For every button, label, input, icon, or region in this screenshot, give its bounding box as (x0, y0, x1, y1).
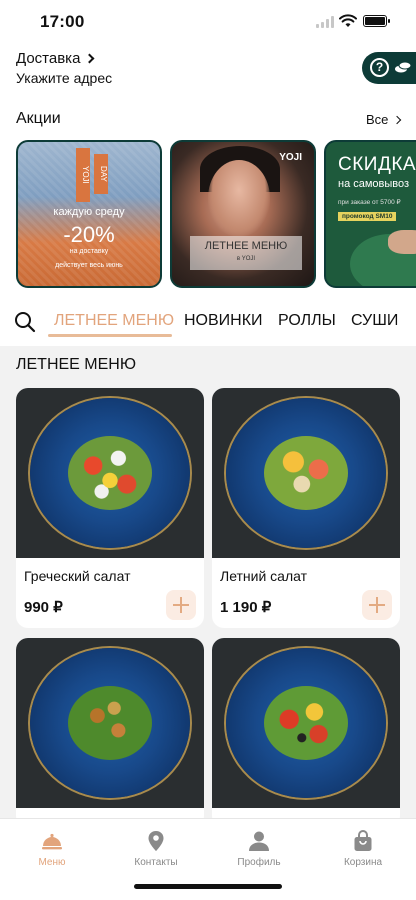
product-price: 1 190 ₽ (220, 599, 272, 616)
nav-label: Меню (38, 857, 66, 868)
promo-card-yoji-day[interactable]: YOJI DAY каждую среду -20% на доставку д… (16, 140, 162, 288)
help-loyalty-pill[interactable]: ? (362, 52, 416, 84)
app-header: Доставка Укажите адрес ? (0, 46, 416, 100)
location-pin-icon (148, 831, 164, 851)
tab-sushi[interactable]: СУШИ (351, 312, 398, 330)
promo-text: на доставку (69, 248, 109, 255)
promos-title: Акции (16, 110, 61, 127)
tab-new[interactable]: НОВИНКИ (184, 312, 263, 330)
category-tabs: ЛЕТНЕЕ МЕНЮ НОВИНКИ РОЛЛЫ СУШИ (0, 296, 416, 346)
product-image[interactable] (16, 638, 204, 808)
promo-hand (388, 230, 416, 254)
chevron-right-icon (84, 53, 95, 64)
salad (68, 436, 152, 510)
coins-icon[interactable] (394, 60, 412, 74)
promo-brand: YOJI (279, 152, 302, 163)
promo-title: СКИДКА (338, 154, 416, 175)
product-image[interactable] (212, 638, 400, 808)
salad (68, 686, 152, 760)
promo-title: ЛЕТНЕЕ МЕНЮ (204, 240, 288, 252)
promo-tag: DAY (94, 154, 108, 194)
nav-cart[interactable]: Корзина (318, 829, 408, 868)
nav-menu[interactable]: Меню (7, 829, 97, 868)
nav-label: Профиль (237, 857, 281, 868)
nav-label: Контакты (134, 857, 178, 868)
promos-header: Акции Все (0, 100, 416, 136)
product-image[interactable] (16, 388, 204, 558)
salad (264, 686, 348, 760)
product-name: Греческий салат (24, 568, 131, 584)
tab-summer-menu[interactable]: ЛЕТНЕЕ МЕНЮ (54, 312, 174, 330)
product-card[interactable]: Греческий салат 990 ₽ (16, 388, 204, 628)
cellular-signal-icon (316, 16, 334, 28)
shopping-bag-icon (354, 830, 372, 851)
nav-label: Корзина (343, 857, 383, 868)
cloche-icon (42, 833, 62, 850)
promo-text: каждую среду (53, 206, 125, 218)
profile-icon (249, 831, 269, 851)
nav-contacts[interactable]: Контакты (111, 829, 201, 868)
chevron-right-icon (393, 115, 402, 124)
wifi-icon (339, 14, 357, 27)
promo-subtitle: на самовывоз (338, 178, 410, 190)
help-icon[interactable]: ? (370, 58, 389, 77)
delivery-mode-selector[interactable]: Доставка (16, 50, 95, 67)
product-card[interactable] (16, 638, 204, 828)
promo-text: действует весь июнь (55, 262, 123, 269)
promos-see-all-link[interactable]: Все (366, 112, 402, 127)
product-name: Летний салат (220, 568, 308, 584)
see-all-label: Все (366, 112, 389, 127)
status-bar: 17:00 (0, 0, 416, 46)
add-to-cart-button[interactable] (362, 590, 392, 620)
product-card[interactable]: Летний салат 1 190 ₽ (212, 388, 400, 628)
promo-discount: -20% (63, 222, 115, 247)
promo-photo-face (208, 160, 270, 236)
promo-condition: при заказе от 5700 ₽ (338, 199, 401, 206)
nav-profile[interactable]: Профиль (214, 829, 304, 868)
active-tab-indicator (48, 334, 172, 337)
section-title: ЛЕТНЕЕ МЕНЮ (16, 356, 137, 373)
promo-code: промокод SM10 (338, 212, 397, 221)
battery-icon (363, 15, 390, 27)
add-to-cart-button[interactable] (166, 590, 196, 620)
address-selector[interactable]: Укажите адрес (16, 70, 112, 86)
delivery-label: Доставка (16, 50, 81, 67)
promo-banner: ЛЕТНЕЕ МЕНЮ в YOJI (190, 236, 302, 270)
product-card[interactable] (212, 638, 400, 828)
promo-card-pickup-discount[interactable]: СКИДКА на самовывоз при заказе от 5700 ₽… (324, 140, 416, 288)
promo-tag: YOJI (76, 148, 90, 202)
product-image[interactable] (212, 388, 400, 558)
promo-carousel[interactable]: YOJI DAY каждую среду -20% на доставку д… (0, 136, 416, 296)
search-icon[interactable] (14, 311, 36, 333)
promo-card-summer-menu[interactable]: YOJI ЛЕТНЕЕ МЕНЮ в YOJI (170, 140, 316, 288)
product-price: 990 ₽ (24, 599, 63, 616)
home-indicator (134, 884, 282, 889)
tab-rolls[interactable]: РОЛЛЫ (278, 312, 336, 330)
status-time: 17:00 (40, 12, 85, 31)
promo-subtitle: в YOJI (236, 256, 256, 262)
salad (264, 436, 348, 510)
